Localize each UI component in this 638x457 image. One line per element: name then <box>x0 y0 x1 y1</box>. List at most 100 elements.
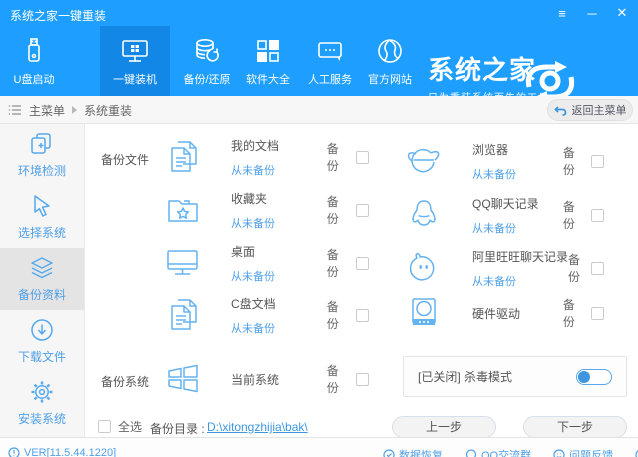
backup-checkbox-desktop[interactable] <box>356 257 369 270</box>
backup-label: 备份 <box>327 298 348 332</box>
database-refresh-icon <box>192 36 222 66</box>
backup-checkbox-my-documents[interactable] <box>356 151 369 164</box>
backup-item-c-drive-docs: C盘文档从未备份 备份 <box>163 294 369 336</box>
sidebar-item-label: 环境检测 <box>18 162 66 179</box>
browser-icon <box>404 141 444 181</box>
toggle-knob <box>578 371 590 383</box>
tab-website[interactable]: 官方网站 <box>358 26 422 96</box>
backup-checkbox-favorites[interactable] <box>356 204 369 217</box>
item-title: 浏览器 <box>472 141 563 158</box>
close-icon[interactable]: ✕ <box>614 5 630 21</box>
backup-item-wangwang-chat: 阿里旺旺聊天记录从未备份 备份 <box>404 247 604 289</box>
app-window: 系统之家一键重装 ≡ ─ ✕ U盘启动 一键装机 备份/还原 软件大全 人工服务 <box>0 0 638 457</box>
software-grid-icon <box>253 36 283 66</box>
backup-checkbox-hardware-driver[interactable] <box>591 307 604 320</box>
sidebar: 环境检测 选择系统 备份资料 下载文件 安装系统 <box>0 124 85 437</box>
info-icon <box>8 447 20 457</box>
windows-logo-icon <box>163 359 203 399</box>
backup-item-current-system: 当前系统 备份 <box>163 358 369 400</box>
qq-penguin-icon <box>404 195 444 235</box>
backup-item-qq-chat: QQ聊天记录从未备份 备份 <box>404 194 604 236</box>
item-title: 当前系统 <box>231 371 327 388</box>
antivirus-mode-box: [已关闭] 杀毒模式 <box>403 356 627 397</box>
prev-step-button[interactable]: 上一步 <box>392 416 496 438</box>
sidebar-item-env-check[interactable]: 环境检测 <box>0 124 84 186</box>
minimize-icon[interactable]: ─ <box>584 6 600 21</box>
tab-one-key-install[interactable]: 一键装机 <box>100 26 170 96</box>
hardware-drive-icon <box>404 293 444 333</box>
item-title: C盘文档 <box>231 295 327 312</box>
status-link-feedback[interactable]: 问题反馈 <box>553 447 613 457</box>
status-link-label: QQ交流群 <box>481 447 531 457</box>
tab-label: U盘启动 <box>14 71 55 87</box>
usb-icon <box>19 36 49 66</box>
documents-icon <box>163 137 203 177</box>
backup-item-browser: 浏览器从未备份 备份 <box>404 140 604 182</box>
tab-label: 备份/还原 <box>183 71 230 87</box>
next-step-button[interactable]: 下一步 <box>523 416 627 438</box>
gear-icon <box>29 379 55 405</box>
backup-checkbox-c-drive-docs[interactable] <box>356 309 369 322</box>
item-status: 从未备份 <box>472 166 563 182</box>
chat-bubble-icon <box>315 36 345 66</box>
monitor-windows-icon <box>120 36 150 66</box>
title-bar: 系统之家一键重装 ≡ ─ ✕ <box>0 0 638 26</box>
layers-icon <box>29 255 55 281</box>
backup-label: 备份 <box>327 140 348 174</box>
window-title: 系统之家一键重装 <box>10 7 106 24</box>
backup-item-my-documents: 我的文档从未备份 备份 <box>163 136 369 178</box>
windows-copy-icon <box>29 131 55 157</box>
menu-icon[interactable]: ≡ <box>554 6 570 21</box>
select-all-label: 全选 <box>118 418 142 435</box>
backup-dir-link[interactable]: D:\xitongzhijia\bak\ <box>207 420 308 434</box>
item-status: 从未备份 <box>231 215 327 231</box>
breadcrumb: 主菜单 系统重装 <box>8 96 132 124</box>
backup-checkbox-current-system[interactable] <box>356 373 369 386</box>
status-link-data-recovery[interactable]: 数据恢复 <box>383 447 443 457</box>
feedback-smiley-icon <box>553 449 565 457</box>
tab-usb-boot[interactable]: U盘启动 <box>2 26 66 96</box>
item-status: 从未备份 <box>231 268 327 284</box>
sidebar-item-label: 下载文件 <box>18 348 66 365</box>
backup-dir-label: 备份目录 : <box>150 420 205 437</box>
breadcrumb-root[interactable]: 主菜单 <box>29 102 65 119</box>
cursor-icon <box>29 193 55 219</box>
backup-system-label: 备份系统 <box>101 373 149 390</box>
backup-checkbox-browser[interactable] <box>591 155 604 168</box>
backup-checkbox-wangwang-chat[interactable] <box>591 262 604 275</box>
antivirus-toggle[interactable] <box>576 369 612 385</box>
caret-icon <box>72 106 77 114</box>
backup-item-hardware-driver: 硬件驱动 备份 <box>404 292 604 334</box>
sidebar-item-install-system[interactable]: 安装系统 <box>0 372 84 434</box>
backup-label: 备份 <box>563 144 583 178</box>
sidebar-item-backup-data[interactable]: 备份资料 <box>0 248 84 310</box>
desktop-monitor-icon <box>163 243 203 283</box>
sidebar-item-label: 安装系统 <box>18 410 66 427</box>
backup-checkbox-qq-chat[interactable] <box>591 209 604 222</box>
backup-label: 备份 <box>327 362 348 396</box>
sidebar-item-select-system[interactable]: 选择系统 <box>0 186 84 248</box>
version-info: VER[11.5.44.1220] <box>8 447 116 457</box>
select-all-checkbox[interactable] <box>98 420 111 433</box>
breadcrumb-bar: 主菜单 系统重装 返回主菜单 <box>0 96 638 124</box>
antivirus-mode-label: [已关闭] 杀毒模式 <box>418 368 512 385</box>
tab-label: 一键装机 <box>113 71 157 87</box>
main-content: 备份文件 备份系统 我的文档从未备份 备份 收藏夹从未备份 备份 桌面从未备份 … <box>85 124 638 437</box>
item-title: 阿里旺旺聊天记录 <box>472 248 568 265</box>
back-to-main-menu-button[interactable]: 返回主菜单 <box>547 99 633 121</box>
status-link-qq-group[interactable]: QQ交流群 <box>465 447 531 457</box>
backup-item-favorites: 收藏夹从未备份 备份 <box>163 189 369 231</box>
tab-software[interactable]: 软件大全 <box>236 26 300 96</box>
sidebar-item-label: 备份资料 <box>18 286 66 303</box>
tab-backup-restore[interactable]: 备份/还原 <box>175 26 239 96</box>
qq-group-icon <box>465 449 477 457</box>
backup-label: 备份 <box>563 296 583 330</box>
back-arrow-icon <box>554 105 567 116</box>
item-status: 从未备份 <box>472 220 563 236</box>
tab-service[interactable]: 人工服务 <box>298 26 362 96</box>
tab-label: 软件大全 <box>246 71 290 87</box>
status-link-label: 数据恢复 <box>399 447 443 457</box>
sidebar-item-download[interactable]: 下载文件 <box>0 310 84 372</box>
tab-label: 官方网站 <box>368 71 412 87</box>
list-icon <box>8 104 22 116</box>
